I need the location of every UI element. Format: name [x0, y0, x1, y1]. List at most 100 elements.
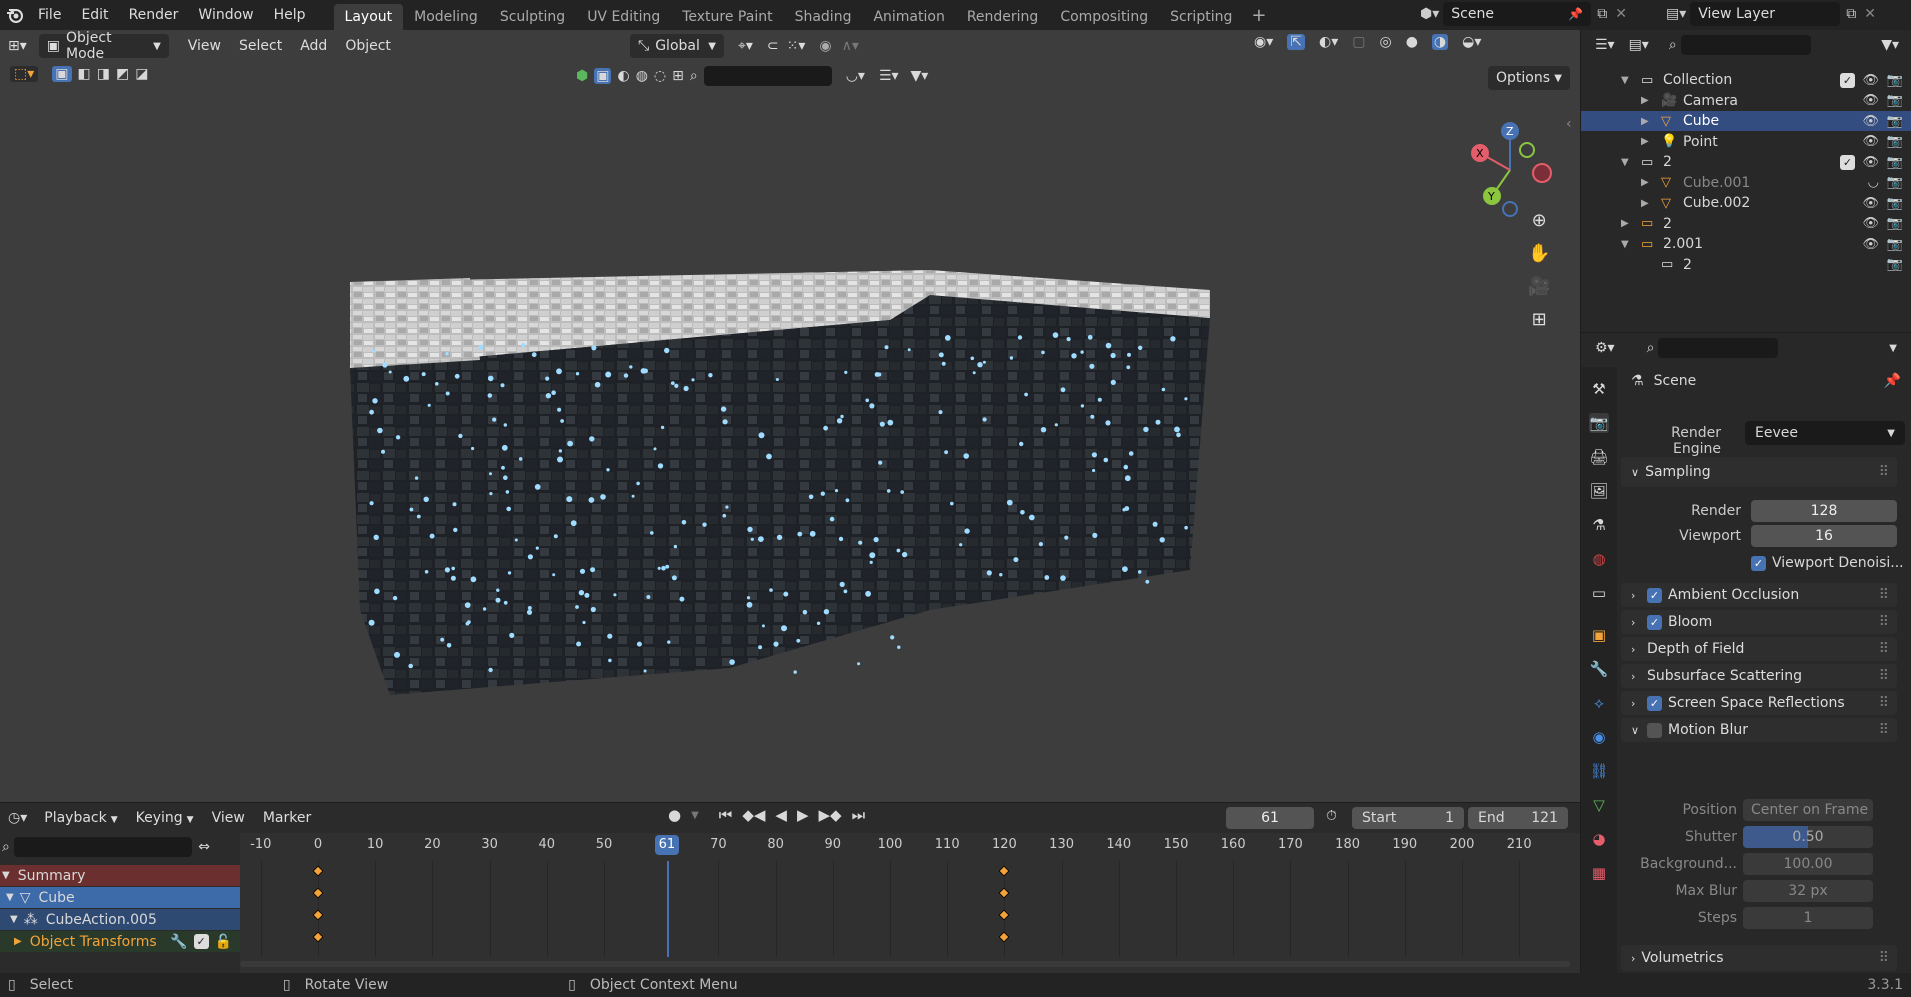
filter-icon[interactable]: ▼▾: [1881, 37, 1899, 53]
tab-sculpting[interactable]: Sculpting: [489, 4, 576, 30]
render-camera-icon[interactable]: 📷: [1887, 237, 1903, 252]
select-intersect-icon[interactable]: ◪: [135, 66, 148, 82]
pin-icon[interactable]: 📌: [1884, 373, 1901, 389]
tab-scripting[interactable]: Scripting: [1159, 4, 1243, 30]
timeline-menu-view[interactable]: View: [203, 810, 254, 826]
camera-view-icon[interactable]: 🎥: [1528, 276, 1550, 297]
world-tab-icon[interactable]: ◍: [1589, 549, 1609, 569]
scene-name-field[interactable]: Scene 📌: [1443, 2, 1592, 26]
scene-tab-icon[interactable]: ⚗: [1589, 515, 1609, 535]
viewport-3d[interactable]: ⊞▾ ▣ Object Mode ▼ View Select Add Object ⤡…: [0, 30, 1580, 802]
expand-arrow-down-icon[interactable]: ▼: [2, 870, 10, 881]
viewport-search-input[interactable]: [703, 66, 832, 86]
keyframe-diamond[interactable]: [998, 909, 1011, 921]
outliner-search-input[interactable]: [1680, 35, 1811, 55]
start-frame-field[interactable]: Start 1: [1352, 807, 1464, 829]
drag-handle-icon[interactable]: ⠿: [1879, 587, 1889, 603]
timeline-menu-playback[interactable]: Playback ▼: [35, 810, 126, 826]
panel-subsurface-scattering[interactable]: › Subsurface Scattering ⠿: [1621, 664, 1897, 688]
properties-editor-icon[interactable]: ⚙▾: [1595, 340, 1615, 356]
frame-ruler[interactable]: -10 0 10 20 30 40 50 70 80 90 100 110 120 130 140 150 16…: [240, 835, 1580, 857]
menu-file[interactable]: File: [28, 7, 71, 23]
render-samples-field[interactable]: 128: [1751, 500, 1897, 522]
overlays-icon[interactable]: ◐▾: [1319, 34, 1338, 50]
delete-scene-icon[interactable]: ✕: [1615, 6, 1627, 22]
drag-handle-icon[interactable]: ⠿: [1879, 641, 1889, 657]
wrench-icon[interactable]: 🔧: [170, 934, 187, 950]
perspective-grid-icon[interactable]: ⊞: [1532, 309, 1547, 330]
collapse-arrow-icon[interactable]: ‹: [1566, 116, 1572, 132]
prev-keyframe-icon[interactable]: ◆◀: [742, 806, 765, 824]
tool-tab-icon[interactable]: ⚒: [1589, 379, 1609, 399]
channel-action[interactable]: ▼ ⁂ CubeAction.005: [0, 909, 240, 930]
select-new-icon[interactable]: ▣: [52, 66, 72, 82]
add-workspace-icon[interactable]: +: [1251, 5, 1266, 26]
visibility-eye-icon[interactable]: 👁: [1862, 134, 1879, 149]
texture-tab-icon[interactable]: ▦: [1589, 863, 1609, 883]
outliner-editor-icon[interactable]: ☰▾: [1595, 37, 1615, 53]
jump-end-icon[interactable]: ⏭: [852, 806, 866, 824]
render-camera-icon[interactable]: 📷: [1887, 93, 1903, 108]
expand-arrow-right-icon[interactable]: ▶: [1641, 116, 1649, 127]
render-camera-icon[interactable]: 📷: [1887, 73, 1903, 88]
keyframe-diamond[interactable]: [998, 931, 1011, 943]
editor-type-icon[interactable]: ⊞▾: [8, 38, 27, 54]
tab-compositing[interactable]: Compositing: [1049, 4, 1159, 30]
expand-arrow-right-icon[interactable]: ▶: [1641, 177, 1649, 188]
outliner-row[interactable]: ▶ 💡 Point 👁 📷: [1581, 132, 1911, 152]
drag-handle-icon[interactable]: ⠿: [1879, 614, 1889, 630]
drag-handle-icon[interactable]: ⠿: [1879, 950, 1889, 966]
panel-ambient-occlusion[interactable]: › ✓ Ambient Occlusion ⠿: [1621, 583, 1897, 607]
keying-dropdown-icon[interactable]: ▼: [691, 810, 699, 821]
display-mode-icon[interactable]: ▤▾: [1629, 37, 1649, 53]
object-mode-dropdown[interactable]: ▣ Object Mode ▼: [38, 30, 169, 62]
next-keyframe-icon[interactable]: ▶◆: [818, 806, 841, 824]
sort-icon[interactable]: ☰▾: [879, 68, 899, 84]
volumetrics-panel-header[interactable]: › Volumetrics ⠿: [1621, 945, 1897, 971]
channel-object[interactable]: ▼ ▽ Cube: [0, 887, 240, 908]
expand-arrow-down-icon[interactable]: ▼: [1621, 157, 1629, 168]
timeline-scrollbar[interactable]: [240, 961, 1570, 967]
camera-filter-icon[interactable]: ◌: [654, 68, 666, 84]
zoom-icon[interactable]: ⊕: [1532, 210, 1547, 231]
keyframe-diamond[interactable]: [998, 865, 1011, 877]
playhead-label[interactable]: 61: [654, 835, 679, 855]
viewport-menu-add[interactable]: Add: [291, 38, 336, 54]
material-shading-icon[interactable]: ◑: [1431, 34, 1449, 50]
channel-search-input[interactable]: [13, 837, 193, 857]
viewport-denoise-checkbox[interactable]: ✓ Viewport Denoisi...: [1751, 555, 1904, 571]
viewport-menu-view[interactable]: View: [179, 38, 230, 54]
rendered-shading-icon[interactable]: ◒▾: [1462, 34, 1481, 50]
steps-field[interactable]: 1: [1743, 907, 1873, 929]
menu-window[interactable]: Window: [188, 7, 263, 23]
expand-arrow-right-icon[interactable]: ▶: [1641, 198, 1649, 209]
tab-shading[interactable]: Shading: [784, 4, 863, 30]
expand-arrow-right-icon[interactable]: ▶: [1641, 95, 1649, 106]
blender-logo-icon[interactable]: [2, 0, 28, 30]
swap-icon[interactable]: ⇔: [198, 839, 210, 855]
object-tab-icon[interactable]: ▣: [1589, 625, 1609, 645]
visibility-eye-icon[interactable]: 👁: [1862, 114, 1879, 129]
expand-arrow-right-icon[interactable]: ▶: [1621, 218, 1629, 229]
checkbox-checked-icon[interactable]: ✓: [1647, 614, 1662, 630]
visibility-eye-icon[interactable]: 👁: [1862, 237, 1879, 252]
channel-group[interactable]: ▶ Object Transforms 🔧 ✓ 🔓: [0, 931, 240, 952]
select-subtract-icon[interactable]: ◨: [97, 66, 110, 82]
outliner-row[interactable]: ▶ ▭ 2 👁 📷: [1581, 214, 1911, 234]
menu-edit[interactable]: Edit: [71, 7, 118, 23]
lock-icon[interactable]: 🔓: [215, 934, 232, 950]
end-frame-field[interactable]: End 121: [1468, 807, 1568, 829]
visibility-eye-icon[interactable]: 👁: [1862, 93, 1879, 108]
current-frame-field[interactable]: 61: [1226, 807, 1314, 829]
tab-modeling[interactable]: Modeling: [403, 4, 489, 30]
channel-enable-checkbox-icon[interactable]: ✓: [193, 934, 209, 949]
view-layer-field[interactable]: View Layer: [1690, 2, 1841, 26]
render-camera-icon[interactable]: 📷: [1887, 196, 1903, 211]
menu-render[interactable]: Render: [119, 7, 189, 23]
visibility-eye-icon[interactable]: 👁: [1862, 216, 1879, 231]
visibility-eye-icon[interactable]: 👁: [1862, 155, 1879, 170]
drag-handle-icon[interactable]: ⠿: [1879, 464, 1889, 480]
panel-bloom[interactable]: › ✓ Bloom ⠿: [1621, 610, 1897, 634]
timeline-menu-keying[interactable]: Keying ▼: [127, 810, 203, 826]
viewport-menu-select[interactable]: Select: [230, 38, 291, 54]
